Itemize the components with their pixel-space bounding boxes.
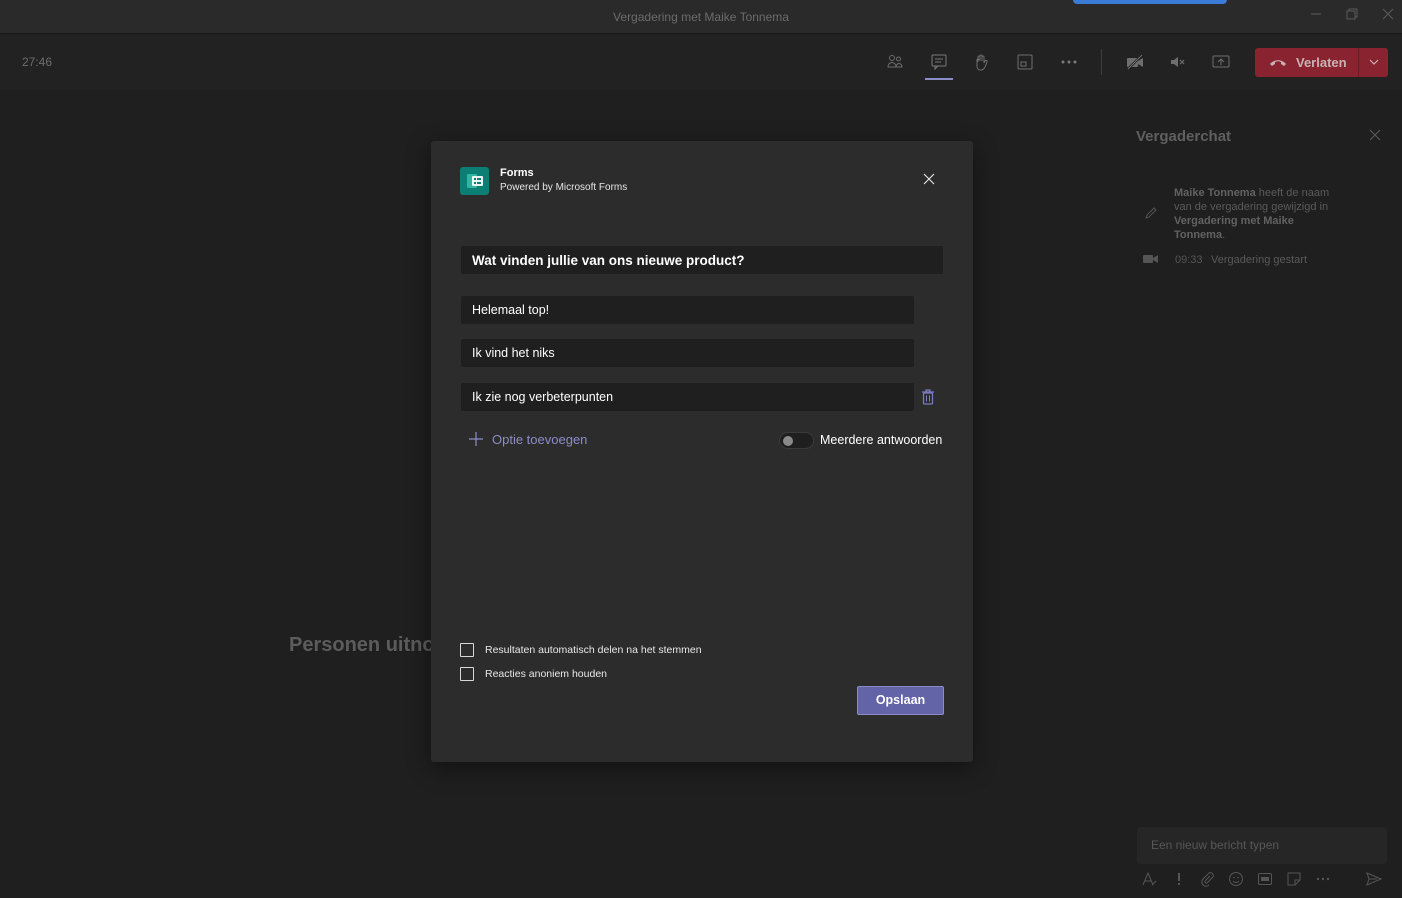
participants-icon[interactable] <box>883 50 907 74</box>
more-icon[interactable] <box>1057 50 1081 74</box>
add-option-label: Optie toevoegen <box>492 431 588 447</box>
important-icon[interactable] <box>1170 871 1188 889</box>
chat-message-input[interactable]: Een nieuw bericht typen <box>1137 827 1387 864</box>
forms-app-icon <box>460 167 489 195</box>
anonymous-label: Reacties anoniem houden <box>485 668 608 680</box>
minimize-icon[interactable] <box>1308 8 1324 24</box>
meeting-toolbar: 27:46 Verlaten <box>0 35 1402 90</box>
camera-off-icon[interactable] <box>1123 50 1147 74</box>
video-camera-icon <box>1143 255 1158 263</box>
restore-icon[interactable] <box>1344 8 1360 24</box>
meeting-chat-panel: Vergaderchat Maike Tonnema heeft de naam… <box>1118 90 1402 898</box>
forms-poll-dialog: Forms Powered by Microsoft Forms Wat vin… <box>431 141 973 762</box>
chat-active-indicator <box>925 78 953 80</box>
format-icon[interactable] <box>1140 871 1158 889</box>
multiple-answers-label: Meerdere antwoorden <box>820 433 943 447</box>
plus-icon <box>469 432 483 446</box>
chevron-down-icon[interactable] <box>1367 55 1381 69</box>
pencil-icon <box>1145 207 1157 219</box>
share-results-checkbox[interactable] <box>460 643 474 657</box>
chat-panel-title: Vergaderchat <box>1136 128 1232 145</box>
multiple-answers-toggle[interactable] <box>779 432 814 449</box>
question-input[interactable]: Wat vinden jullie van ons nieuwe product… <box>461 246 943 274</box>
leave-button[interactable]: Verlaten <box>1255 48 1388 77</box>
share-results-label: Resultaten automatisch delen na het stem… <box>485 644 702 656</box>
app-name: Forms <box>500 167 534 179</box>
hang-up-icon <box>1270 59 1286 66</box>
save-button[interactable]: Opslaan <box>857 686 944 715</box>
chat-rename-message: Maike Tonnema heeft de naam van de verga… <box>1174 186 1334 242</box>
window-title-bar: Vergadering met Maike Tonnema <box>0 0 1402 34</box>
chat-event-time: 09:33 <box>1175 254 1203 266</box>
invite-people-text: Personen uitnodigen <box>289 634 434 656</box>
sticker-icon[interactable] <box>1285 871 1303 889</box>
option-input[interactable]: Helemaal top! <box>461 296 914 324</box>
raise-hand-icon[interactable] <box>969 50 993 74</box>
title-bar-accent <box>1073 0 1227 4</box>
close-icon[interactable] <box>922 172 936 186</box>
anonymous-checkbox-row[interactable]: Reacties anoniem houden <box>460 667 607 681</box>
emoji-icon[interactable] <box>1227 871 1245 889</box>
share-screen-icon[interactable] <box>1209 50 1233 74</box>
leave-button-label: Verlaten <box>1296 55 1347 70</box>
add-option-button[interactable]: Optie toevoegen <box>468 431 587 447</box>
app-subtitle: Powered by Microsoft Forms <box>500 182 628 193</box>
attach-icon[interactable] <box>1198 871 1216 889</box>
meeting-timer: 27:46 <box>22 55 53 69</box>
more-icon[interactable] <box>1314 871 1332 889</box>
send-icon[interactable] <box>1365 871 1383 889</box>
trash-icon[interactable] <box>920 388 936 406</box>
gif-icon[interactable] <box>1256 871 1274 889</box>
close-icon[interactable] <box>1368 128 1382 142</box>
chat-message-actor: Maike Tonnema <box>1174 187 1256 199</box>
chat-message-suffix: . <box>1222 229 1226 241</box>
option-input[interactable]: Ik zie nog verbeterpunten <box>461 383 914 411</box>
chat-icon[interactable] <box>927 50 951 74</box>
layout-icon[interactable] <box>1013 50 1037 74</box>
share-results-checkbox-row[interactable]: Resultaten automatisch delen na het stem… <box>460 643 702 657</box>
chat-event-text: Vergadering gestart <box>1211 254 1308 266</box>
window-title: Vergadering met Maike Tonnema <box>613 10 789 24</box>
speaker-mute-icon[interactable] <box>1166 50 1190 74</box>
option-input[interactable]: Ik vind het niks <box>461 339 914 367</box>
chat-compose-toolbar <box>1140 871 1390 891</box>
toolbar-divider <box>1101 49 1102 75</box>
chat-message-new-name: Vergadering met Maike Tonnema <box>1174 215 1294 241</box>
anonymous-checkbox[interactable] <box>460 667 474 681</box>
leave-split-divider <box>1358 48 1359 77</box>
close-icon[interactable] <box>1380 8 1396 24</box>
